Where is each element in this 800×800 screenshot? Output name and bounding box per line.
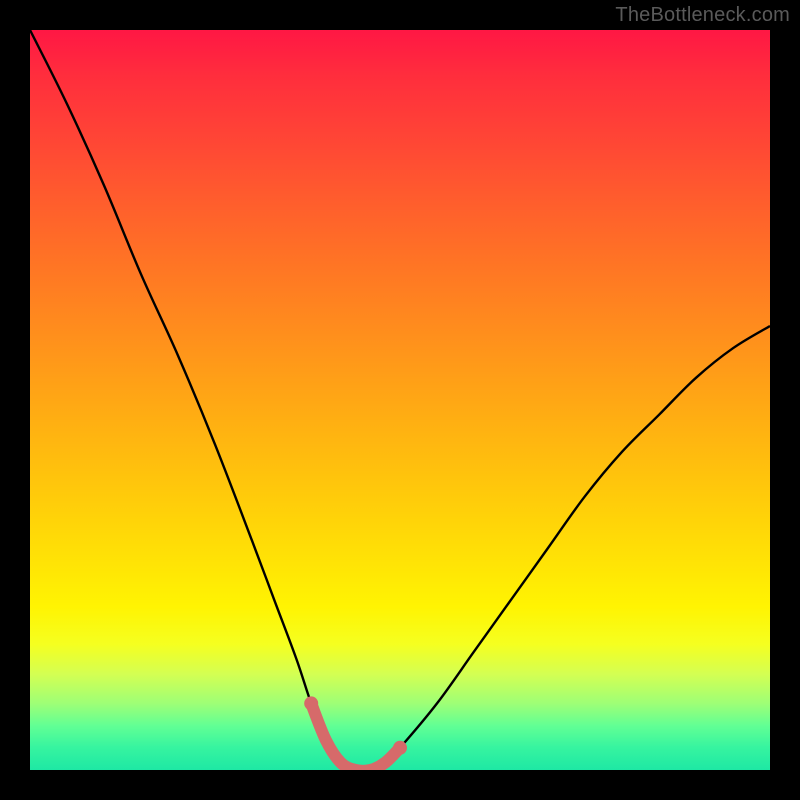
- highlight-endpoint: [304, 696, 318, 710]
- highlight-segment: [311, 703, 400, 770]
- bottleneck-curve-path: [30, 30, 770, 770]
- curve-svg: [30, 30, 770, 770]
- highlight-endpoint: [393, 741, 407, 755]
- watermark-text: TheBottleneck.com: [615, 4, 790, 27]
- plot-area: [30, 30, 770, 770]
- chart-frame: TheBottleneck.com: [0, 0, 800, 800]
